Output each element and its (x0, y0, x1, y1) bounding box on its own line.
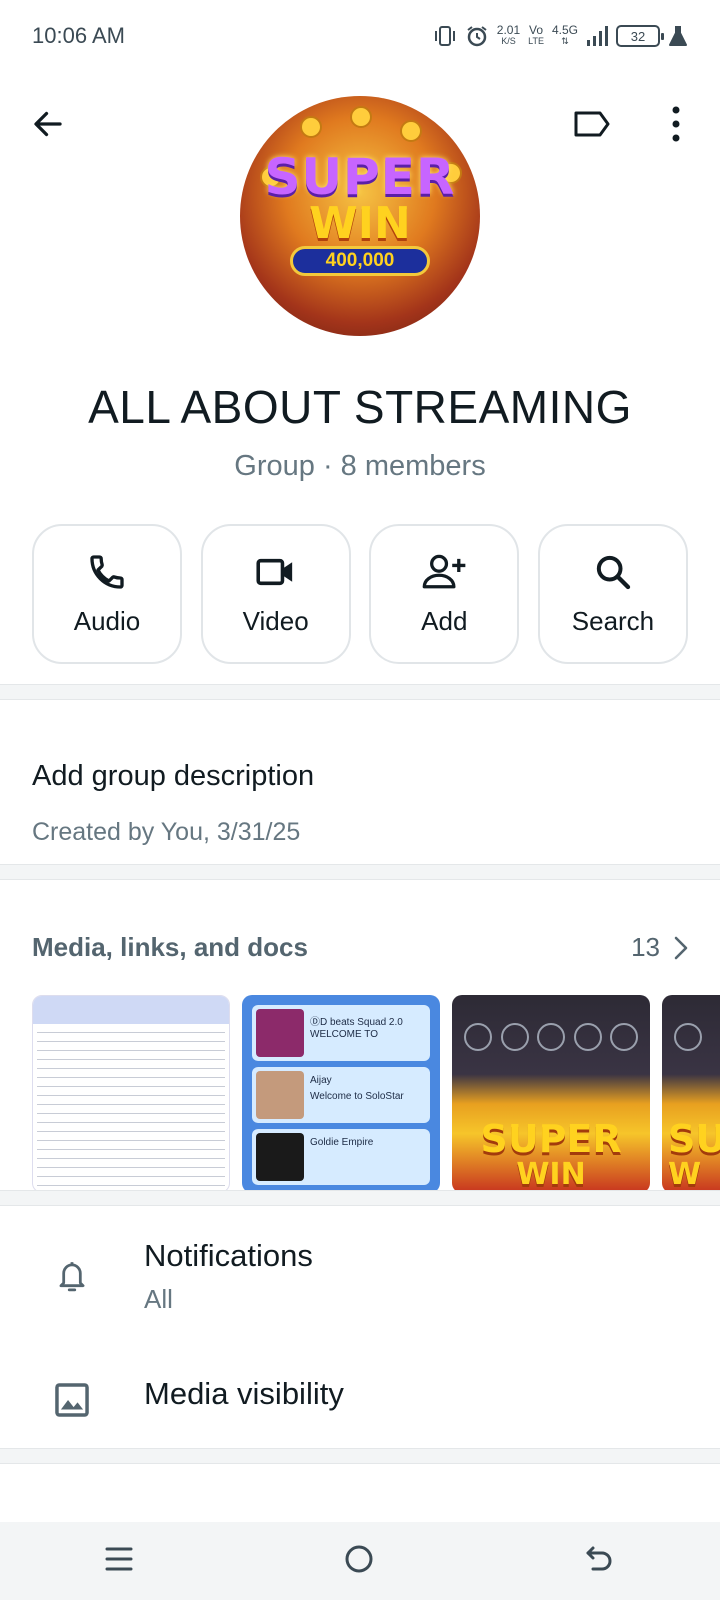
volte-indicator: Vo LTE (528, 23, 544, 46)
network-type: 4.5G ⇅ (551, 23, 578, 46)
back-nav-button[interactable] (584, 1544, 616, 1579)
section-divider (0, 684, 720, 700)
status-bar: 10:06 AM 2.01 K/S Vo LTE 4.5G ⇅ 32 (0, 0, 720, 72)
status-icons: 2.01 K/S Vo LTE 4.5G ⇅ 32 (433, 24, 688, 48)
search-label: Search (571, 605, 655, 636)
arrow-left-icon (34, 111, 62, 137)
created-info: Created by You, 3/31/25 (32, 818, 301, 846)
add-label: Add (421, 605, 468, 636)
media-links-docs-row[interactable]: Media, links, and docs 13 (32, 932, 688, 963)
group-name: ALL ABOUT STREAMING (88, 381, 632, 433)
media-thumbnail-super-win-2[interactable]: SU W (662, 995, 720, 1193)
media-title: Media, links, and docs (32, 932, 308, 962)
media-thumbnail-super-win[interactable]: SUPER WIN (452, 995, 650, 1193)
media-thumbnail-chat-list[interactable]: ⒹD beats Squad 2.0 WELCOME TO Aijay Welc… (242, 995, 440, 1193)
net-speed: 2.01 K/S (496, 23, 521, 46)
group-meta[interactable]: Group · 8 members (0, 450, 720, 483)
menu-nav-button[interactable] (104, 1545, 134, 1578)
label-icon (574, 111, 610, 137)
home-circle-icon (345, 1545, 373, 1572)
home-nav-button[interactable] (343, 1543, 375, 1580)
avatar-word-win: WIN (309, 198, 411, 249)
group-avatar[interactable]: SUPER WIN 400,000 (240, 96, 480, 336)
notifications-value: All (144, 1284, 173, 1314)
menu-icon (105, 1547, 133, 1570)
status-time: 10:06 AM (32, 23, 125, 48)
video-camera-icon (256, 558, 292, 585)
avatar-amount: 400,000 (290, 246, 430, 276)
image-icon (55, 1383, 89, 1417)
signal-icon (587, 26, 608, 46)
section-divider (0, 864, 720, 880)
search-icon (596, 555, 631, 589)
vibrate-icon (434, 26, 455, 46)
battery-icon: 32 (616, 25, 664, 47)
add-description-link[interactable]: Add group description (32, 760, 314, 793)
phone-icon (90, 554, 124, 589)
back-nav-icon (586, 1546, 612, 1570)
search-button[interactable]: Search (537, 524, 688, 664)
section-divider (0, 1190, 720, 1206)
label-button[interactable] (564, 96, 620, 152)
notifications-row[interactable]: Notifications All (0, 1232, 720, 1332)
system-nav-bar (0, 1522, 720, 1600)
more-vertical-icon (672, 106, 680, 142)
audio-call-button[interactable]: Audio (32, 524, 182, 664)
notifications-title: Notifications (144, 1238, 313, 1273)
video-label: Video (242, 605, 309, 636)
add-person-icon (422, 554, 466, 588)
add-member-button[interactable]: Add (369, 524, 520, 664)
back-button[interactable] (20, 96, 76, 152)
action-buttons: Audio Video Add Search (32, 524, 688, 664)
flask-icon (669, 26, 687, 46)
chevron-right-icon (674, 936, 688, 959)
media-visibility-title: Media visibility (144, 1376, 344, 1411)
more-options-button[interactable] (648, 96, 704, 152)
media-count: 13 (631, 932, 688, 963)
media-thumbnails: ⒹD beats Squad 2.0 WELCOME TO Aijay Welc… (32, 995, 720, 1195)
media-thumbnail-spreadsheet[interactable] (32, 995, 230, 1193)
bell-icon (59, 1262, 85, 1292)
alarm-icon (467, 26, 487, 47)
audio-label: Audio (73, 605, 141, 636)
section-divider (0, 1448, 720, 1464)
video-call-button[interactable]: Video (200, 524, 351, 664)
